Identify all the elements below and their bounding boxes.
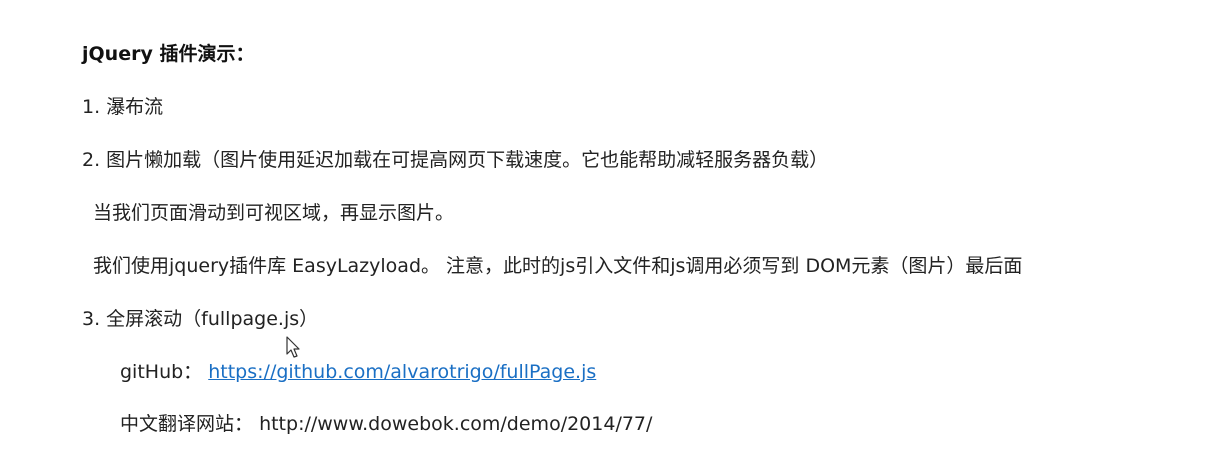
translation-row: 中文翻译网站： http://www.dowebok.com/demo/2014…: [120, 412, 652, 436]
document-page: jQuery 插件演示： 1. 瀑布流 2. 图片懒加载（图片使用延迟加载在可提…: [0, 0, 1225, 476]
list-item-lazyload: 2. 图片懒加载（图片使用延迟加载在可提高网页下载速度。它也能帮助减轻服务器负载…: [82, 149, 829, 171]
translation-url: http://www.dowebok.com/demo/2014/77/: [259, 413, 653, 435]
github-row: gitHub： https://github.com/alvarotrigo/f…: [120, 360, 596, 384]
github-label: gitHub：: [120, 361, 203, 383]
lazyload-note-plugin: 我们使用jquery插件库 EasyLazyload。 注意，此时的js引入文件…: [93, 255, 1023, 277]
mouse-pointer-icon: [286, 336, 300, 358]
document-title: jQuery 插件演示：: [82, 43, 255, 65]
github-link[interactable]: https://github.com/alvarotrigo/fullPage.…: [208, 361, 596, 383]
list-item-fullpage: 3. 全屏滚动（fullpage.js）: [82, 308, 319, 330]
translation-label: 中文翻译网站：: [120, 413, 254, 435]
lazyload-note-scroll: 当我们页面滑动到可视区域，再显示图片。: [93, 202, 455, 224]
list-item-waterfall: 1. 瀑布流: [82, 96, 164, 118]
